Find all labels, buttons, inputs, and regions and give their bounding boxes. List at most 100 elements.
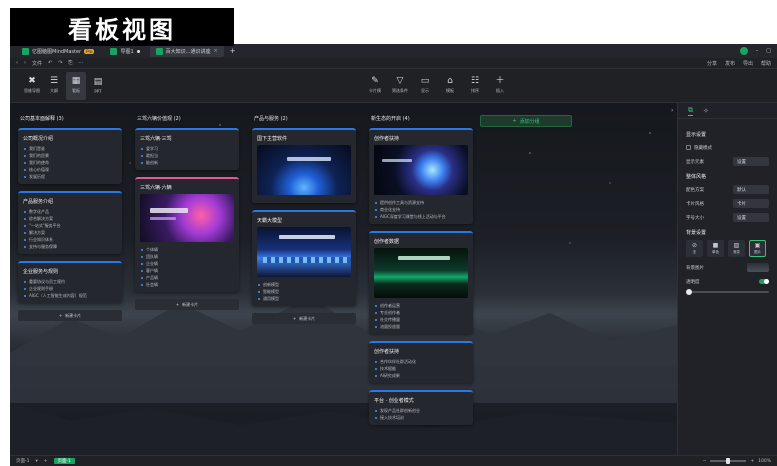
kanban-card[interactable]: 平台 · 创业者模式 发现产品社群创新创业 接入技术培训 [369, 390, 473, 425]
zoom-out-icon[interactable]: − [703, 459, 707, 464]
column-title[interactable]: 三驾六辆价值观 (2) [135, 115, 239, 122]
collapse-panel-icon[interactable]: › [671, 107, 673, 114]
card-cover-image [374, 248, 468, 298]
card-item: 我们的使命 [23, 159, 117, 166]
display-button[interactable]: ▭ 显示 [416, 72, 434, 100]
menu-help[interactable]: 帮助 [761, 60, 771, 67]
kanban-card[interactable]: 天霸大模型 创新模型 智能模型 通用模型 [252, 210, 356, 306]
card-title: 创作者数据 [374, 239, 400, 245]
card-title: 平台 · 创业者模式 [374, 398, 414, 404]
template-icon: ⌂ [447, 76, 453, 86]
page-menu-icon[interactable]: ▾ [36, 459, 38, 464]
color-scheme-select[interactable]: 默认 [733, 185, 769, 194]
kanban-workspace: 公司基本面解释 (3) 公司概况介绍 我们是谁 我们的愿景 我们的使命 核心价值… [10, 103, 777, 455]
close-tab-icon[interactable]: × [213, 48, 217, 54]
kanban-card[interactable]: 国下主营软件 [252, 128, 356, 203]
add-card-button[interactable]: + 新建卡片 [252, 313, 356, 324]
style-row: 卡片风格 卡片 [686, 198, 769, 209]
forward-icon[interactable]: › [24, 60, 26, 66]
undo-icon[interactable]: ↶ [48, 60, 52, 66]
app-logo-icon [22, 47, 29, 55]
kanban-card[interactable]: 创作者扶持 提供创作工具与资源支持 商业化支持 AIGC深度学习课堂与线上活动与… [369, 128, 473, 224]
kanban-card[interactable]: 企业服务与规则 重要协议与员工规约 企业规则手册 AIGC（人工智能生成内容）规… [18, 261, 122, 303]
add-column-button[interactable]: + 添加分组 [480, 115, 572, 127]
solid-icon: ■ [712, 242, 719, 249]
menu-share[interactable]: 分享 [707, 60, 717, 67]
filter-button[interactable]: ▽ 筛选条件 [391, 72, 409, 100]
kanban-column: 新生态的开启 (4) 创作者扶持 提供创作工具与资源支持 商业化支持 AIGC深… [369, 115, 473, 432]
card-item: 支持与服务保障 [23, 243, 117, 250]
column-title[interactable]: 产品与服务 (2) [252, 115, 356, 122]
save-icon[interactable]: ⎘ [68, 60, 72, 66]
active-page-tab[interactable]: 页面-1 [53, 458, 76, 464]
back-icon[interactable]: ‹ [16, 60, 18, 66]
template-button[interactable]: ⌂ 模板 [441, 72, 459, 100]
menu-export[interactable]: 导出 [743, 60, 753, 67]
view-kanban-button[interactable]: ▦ 看板 [66, 71, 86, 100]
tab-bar: 亿图脑图MindMaster Pro 导图1 百大知识...通识讲座 × + –… [10, 44, 777, 58]
card-item: AIGC深度学习课堂与线上活动与平台 [374, 213, 468, 220]
slider-handle[interactable] [686, 289, 692, 295]
card-item: 数字化产品 [23, 208, 117, 215]
zoom-control: − + 100% [703, 458, 777, 464]
view-kanban-label: 看板 [72, 88, 80, 93]
display-elements-button[interactable]: 设置 [733, 157, 769, 166]
bg-gradient-option[interactable]: ▨ 渐变 [728, 240, 745, 257]
tab-home-label: 亿图脑图MindMaster [32, 48, 82, 55]
kanban-card[interactable]: 产品服务介绍 数字化产品 综合解决方案 "一站式"服务平台 解决方案 行业知识体… [18, 191, 122, 254]
add-card-button[interactable]: + 新建卡片 [135, 299, 239, 310]
display-elements-label: 显示元素 [686, 159, 704, 165]
bg-solid-option[interactable]: ■ 单色 [707, 240, 724, 257]
tab-home[interactable]: 亿图脑图MindMaster Pro [16, 45, 100, 57]
add-card-button[interactable]: + 新建卡片 [18, 310, 122, 321]
maximize-icon[interactable]: □ [766, 48, 771, 54]
bg-none-option[interactable]: ⊘ 无 [686, 240, 703, 257]
card-item: 提供创作工具与资源支持 [374, 199, 468, 206]
view-outline-button[interactable]: ☰ 大纲 [44, 72, 64, 100]
minimize-icon[interactable]: – [756, 48, 759, 54]
column-title[interactable]: 新生态的开启 (4) [369, 115, 473, 122]
bg-image-preview[interactable] [747, 263, 769, 272]
zoom-in-icon[interactable]: + [750, 459, 754, 464]
window-controls: – □ [739, 47, 777, 55]
file-menu[interactable]: 文件 [32, 60, 42, 67]
sort-button[interactable]: ☷ 排序 [466, 72, 484, 100]
redo-icon[interactable]: ↷ [58, 60, 62, 66]
new-tab-icon[interactable]: + [230, 47, 236, 55]
tab-active-doc[interactable]: 百大知识...通识讲座 × [149, 45, 224, 57]
column-title[interactable]: 公司基本面解释 (3) [18, 115, 122, 122]
avatar[interactable] [739, 47, 748, 55]
zoom-slider[interactable] [710, 458, 747, 464]
hide-mode-checkbox[interactable]: 隐藏模式 [686, 145, 712, 151]
insert-button[interactable]: ＋ 插入 [491, 72, 509, 100]
card-style-select[interactable]: 卡片 [733, 199, 769, 208]
style-row-label: 配色方案 [686, 187, 704, 193]
tab-style-icon[interactable]: ⧉ [688, 106, 693, 116]
insert-label: 插入 [496, 88, 504, 93]
kanban-card[interactable]: 三驾六辆·六辆 个体辆 团队辆 企业辆 客户辆 产品辆 社会辆 [135, 177, 239, 292]
add-page-icon[interactable]: + [44, 459, 48, 464]
view-mindmap-button[interactable]: ✖ 思维导图 [22, 72, 42, 100]
view-ppt-button[interactable]: ▤ PPT [88, 72, 108, 100]
tab-map1[interactable]: 导图1 [104, 45, 145, 57]
kanban-card[interactable]: 创作者扶持 合作伙伴社群活动化 技术赋能 AI研究成果 [369, 341, 473, 383]
card-template-button[interactable]: ✎ 卡片模 [366, 72, 384, 100]
card-item: 核心价值观 [23, 166, 117, 173]
view-outline-label: 大纲 [50, 88, 58, 93]
kanban-card[interactable]: 三驾六辆·三驾 爱学习 敢担当 能创新 [135, 128, 239, 170]
transparency-toggle[interactable] [759, 279, 769, 284]
page-list-label[interactable]: 页面-1 [16, 458, 30, 464]
transparency-slider[interactable] [686, 289, 769, 295]
font-size-button[interactable]: 设置 [733, 213, 769, 222]
kanban-card[interactable]: 公司概况介绍 我们是谁 我们的愿景 我们的使命 核心价值观 发展历程 [18, 128, 122, 184]
tab-active-label: 百大知识...通识讲座 [165, 48, 211, 55]
tab-magic-icon[interactable]: ✧ [703, 107, 709, 115]
card-item: 智能模型 [257, 288, 351, 295]
more-icon[interactable]: ⋯ [78, 60, 83, 66]
card-item: 接入技术培训 [374, 414, 468, 421]
zoom-level: 100% [758, 458, 771, 464]
menu-publish[interactable]: 发布 [725, 60, 735, 67]
mindmap-doc-icon [155, 47, 163, 55]
bg-image-option[interactable]: ▣ 图片 [749, 240, 766, 257]
kanban-card[interactable]: 创作者数据 创作者运营 专业创作者 社交传播量 流量投放量 [369, 231, 473, 334]
